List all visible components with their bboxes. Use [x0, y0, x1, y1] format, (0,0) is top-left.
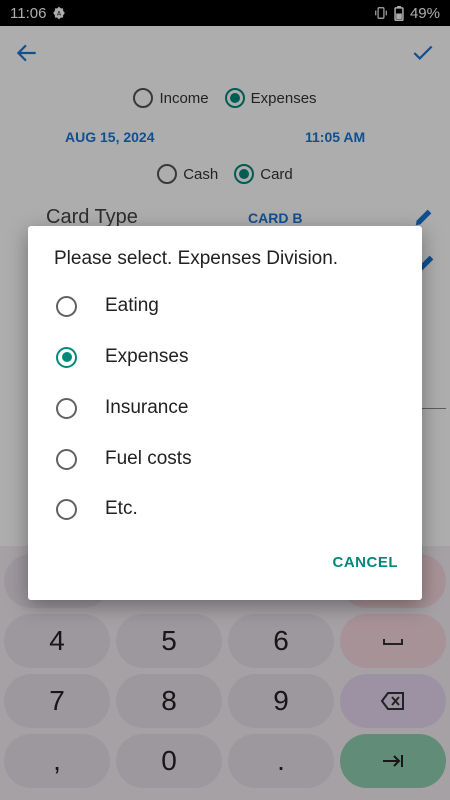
option-insurance-label: Insurance [105, 397, 189, 418]
option-etc[interactable]: Etc. [46, 487, 406, 531]
expenses-division-dialog: Please select. Expenses Division. Eating… [28, 226, 422, 600]
option-eating[interactable]: Eating [46, 284, 406, 328]
option-expenses-label: Expenses [105, 346, 189, 367]
option-insurance-radio [56, 397, 77, 419]
cancel-button[interactable]: CANCEL [333, 554, 399, 571]
option-fuel-costs-radio [56, 448, 77, 470]
option-etc-radio [56, 498, 77, 520]
option-fuel-costs-label: Fuel costs [105, 448, 192, 469]
option-insurance[interactable]: Insurance [46, 386, 406, 430]
option-eating-label: Eating [105, 295, 159, 316]
option-etc-label: Etc. [105, 498, 138, 519]
option-fuel-costs[interactable]: Fuel costs [46, 437, 406, 481]
option-expenses-radio [56, 346, 77, 368]
option-eating-radio [56, 295, 77, 317]
dialog-title: Please select. Expenses Division. [54, 248, 339, 269]
option-expenses[interactable]: Expenses [46, 335, 406, 379]
